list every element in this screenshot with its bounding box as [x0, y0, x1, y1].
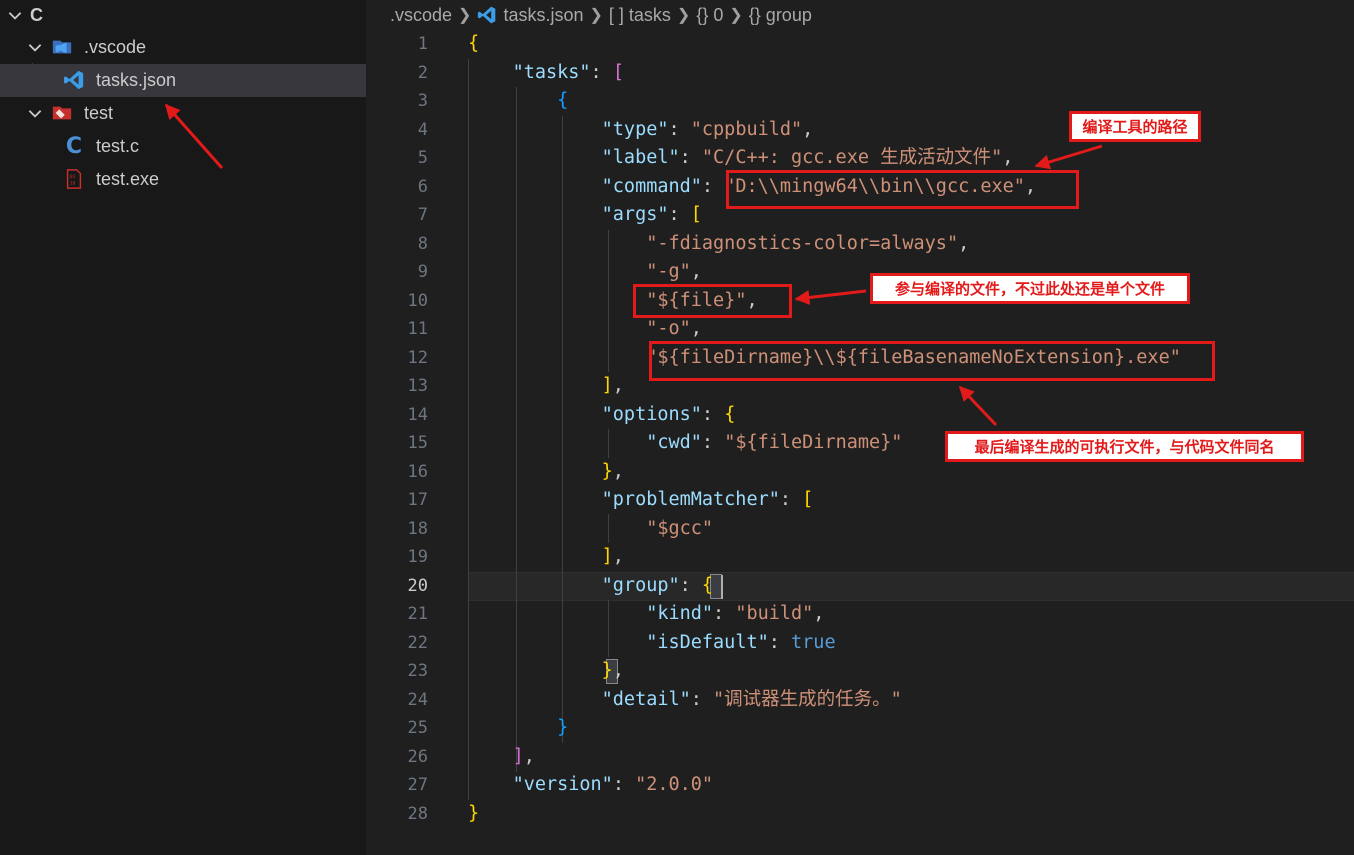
arrow-to-file-arg — [794, 289, 867, 305]
annotation-arrows — [164, 103, 1103, 427]
arrow-to-output-arg — [958, 385, 998, 427]
arrow-to-command — [1034, 144, 1103, 170]
arrow-to-tasks-json — [164, 103, 224, 169]
